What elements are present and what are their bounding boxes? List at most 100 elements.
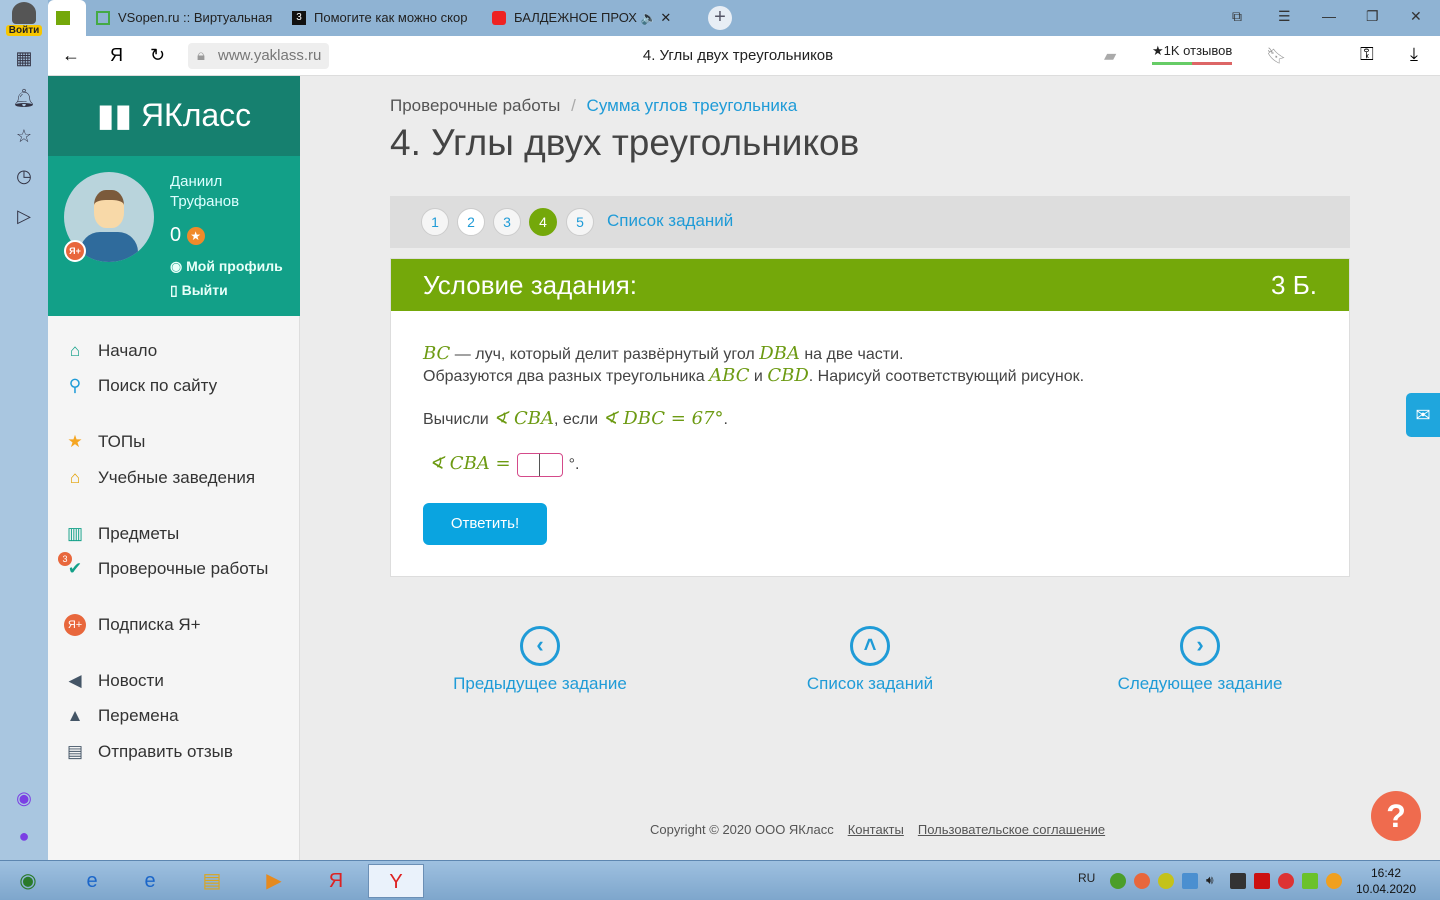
page-3[interactable]: 3 xyxy=(493,208,521,236)
language-indicator[interactable]: RU xyxy=(1078,871,1095,885)
apps-icon[interactable]: ▦ xyxy=(12,46,36,70)
restore-icon[interactable]: ❐ xyxy=(1366,8,1379,25)
vsopen-favicon xyxy=(96,11,110,25)
nav-home[interactable]: ⌂ Начало xyxy=(64,340,157,362)
bell-icon[interactable]: 🔔︎ xyxy=(12,86,36,110)
yandex-icon[interactable]: Я xyxy=(308,864,364,898)
ie-icon[interactable]: e xyxy=(64,864,120,898)
chevron-up-icon: ˄ xyxy=(850,626,890,666)
tab-znanija[interactable]: 3 Помогите как можно скор xyxy=(284,4,474,32)
nav-tests[interactable]: ✔ 3 Проверочные работы xyxy=(58,552,268,580)
close-tab-icon[interactable]: 🔈 ✕ xyxy=(641,10,672,25)
assistant-icon[interactable]: ● xyxy=(12,824,36,848)
tray-display-icon[interactable] xyxy=(1230,873,1246,889)
tray-network-icon[interactable] xyxy=(1182,873,1198,889)
points-star-icon: ★ xyxy=(186,226,205,245)
help-button[interactable]: ? xyxy=(1371,791,1421,841)
chevron-right-icon: › xyxy=(1180,626,1220,666)
chevron-left-icon: ‹ xyxy=(520,626,560,666)
start-button[interactable]: ◉ xyxy=(0,864,56,898)
explorer-icon[interactable]: ▤ xyxy=(184,864,240,898)
answer-input[interactable] xyxy=(516,453,563,477)
star-icon[interactable]: ☆ xyxy=(12,124,36,148)
user-points: 0 ★ xyxy=(170,224,205,247)
tray-security-icon[interactable] xyxy=(1110,873,1126,889)
nav-schools[interactable]: ⌂ Учебные заведения xyxy=(64,467,255,489)
bookmarks-panel-icon[interactable]: ⧉ xyxy=(1232,8,1242,25)
nav-break[interactable]: ▲ Перемена xyxy=(64,705,179,727)
clock[interactable]: 16:42 10.04.2020 xyxy=(1352,865,1420,897)
nav-search[interactable]: ⚲ Поиск по сайту xyxy=(64,375,217,397)
yandex-browser-icon[interactable]: Y xyxy=(368,864,424,898)
user-name: Даниил Труфанов xyxy=(170,173,240,210)
alice-icon[interactable]: ◉ xyxy=(12,786,36,810)
nav-news[interactable]: ◀ Новости xyxy=(64,670,163,692)
minimize-icon[interactable]: — xyxy=(1322,8,1336,24)
tray-speed-icon[interactable] xyxy=(1278,873,1294,889)
ya-plus-badge: Я+ xyxy=(64,240,86,262)
video-icon[interactable]: ▷ xyxy=(12,204,36,228)
user-profile: Я+ Даниил Труфанов 0 ★ ◉ Мой профиль ▯ Вы… xyxy=(48,156,300,316)
task-list-link[interactable]: Список заданий xyxy=(607,211,733,231)
contacts-link[interactable]: Контакты xyxy=(848,822,904,837)
youtube-favicon xyxy=(492,11,506,25)
task-list-button[interactable]: ˄ Список заданий xyxy=(770,626,970,694)
page-2[interactable]: 2 xyxy=(457,208,485,236)
tab-youtube[interactable]: БАЛДЕЖНОЕ ПРОХ 🔈 ✕ xyxy=(484,4,674,32)
task-line-2: Образуются два разных треугольника ABC и… xyxy=(423,365,1085,386)
volume-icon[interactable]: 🔊︎ xyxy=(1206,873,1222,889)
tray-flower-icon[interactable] xyxy=(1326,873,1342,889)
download-icon[interactable]: ⤓ xyxy=(1410,44,1418,65)
submit-button[interactable]: Ответить! xyxy=(423,503,547,545)
address-bar: ← Я ↻ 🔒︎ www.yaklass.ru 4. Углы двух треу… xyxy=(48,36,1440,76)
reviews-button[interactable]: ★1K отзывов xyxy=(1152,43,1233,65)
bookmark-icon[interactable]: 🔖︎ xyxy=(1266,46,1286,66)
nav-feedback[interactable]: ▤ Отправить отзыв xyxy=(64,741,233,763)
breadcrumb: Проверочные работы / Сумма углов треугол… xyxy=(390,96,798,115)
login-button[interactable]: Войти xyxy=(6,2,42,38)
star-icon: ★ xyxy=(67,432,83,451)
task-header: Условие задания: 3 Б. xyxy=(391,259,1349,311)
task-card: Условие задания: 3 Б. BC — луч, который д… xyxy=(390,258,1350,577)
znanija-favicon: 3 xyxy=(292,11,306,25)
tab-vsopen[interactable]: VSopen.ru :: Виртуальная xyxy=(88,4,278,32)
history-icon[interactable]: ◷ xyxy=(12,164,36,188)
school-icon: ⌂ xyxy=(69,468,81,487)
passwords-icon[interactable]: ⚿ xyxy=(1360,44,1374,65)
nav-subjects[interactable]: ▥ Предметы xyxy=(64,523,179,545)
tray-download-icon[interactable] xyxy=(1302,873,1318,889)
media-player-icon[interactable]: ▶ xyxy=(246,864,302,898)
page-1[interactable]: 1 xyxy=(421,208,449,236)
logout-link[interactable]: ▯ Выйти xyxy=(170,282,228,299)
avatar-icon xyxy=(12,2,36,24)
tray-antivirus-icon[interactable] xyxy=(1254,873,1270,889)
edge-icon[interactable]: e xyxy=(122,864,178,898)
tray-update-icon[interactable] xyxy=(1158,873,1174,889)
mail-icon[interactable]: ✉ xyxy=(1406,393,1440,437)
my-profile-link[interactable]: ◉ Мой профиль xyxy=(170,258,283,275)
yaklass-logo[interactable]: ▮▮ ЯКласс xyxy=(48,76,300,156)
bell-icon: ▲ xyxy=(66,706,84,725)
agreement-link[interactable]: Пользовательское соглашение xyxy=(918,822,1105,837)
task-pager: 1 2 3 4 5 Список заданий xyxy=(390,196,1350,248)
page-4[interactable]: 4 xyxy=(529,208,557,236)
menu-icon[interactable]: ☰ xyxy=(1278,8,1291,25)
taskbar: ◉ e e ▤ ▶ Я Y RU 🔊︎ 16:42 10.04.2020 xyxy=(0,860,1440,900)
nav-subscription[interactable]: Я+ Подписка Я+ xyxy=(64,614,201,636)
book-logo-icon: ▮▮ xyxy=(96,97,141,133)
new-tab-button[interactable]: + xyxy=(708,6,732,30)
breadcrumb-topic[interactable]: Сумма углов треугольника xyxy=(587,96,798,115)
feedback-icon: ▤ xyxy=(66,742,84,761)
breadcrumb-tests[interactable]: Проверочные работы xyxy=(390,96,560,115)
nav-tops[interactable]: ★ ТОПы xyxy=(64,431,145,453)
comment-icon[interactable]: ▰ xyxy=(1104,46,1116,66)
close-icon[interactable]: ✕ xyxy=(1410,8,1422,25)
home-icon: ⌂ xyxy=(69,341,81,360)
page-5[interactable]: 5 xyxy=(566,208,594,236)
next-task-button[interactable]: › Следующее задание xyxy=(1100,626,1300,694)
answer-row: ∢ CBA = °. xyxy=(429,453,579,477)
prev-task-button[interactable]: ‹ Предыдущее задание xyxy=(440,626,640,694)
tray-app-icon[interactable] xyxy=(1134,873,1150,889)
task-points: 3 Б. xyxy=(1271,270,1317,300)
tab-yaklass[interactable] xyxy=(48,0,86,36)
